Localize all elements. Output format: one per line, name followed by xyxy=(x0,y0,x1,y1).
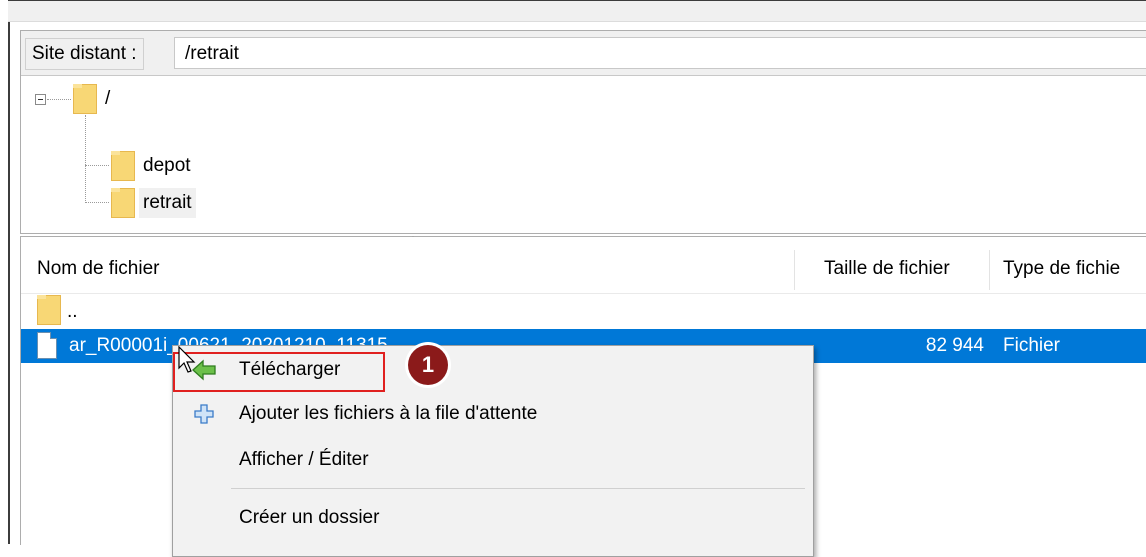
menu-item-download[interactable]: Télécharger xyxy=(173,346,813,394)
tree-connector xyxy=(85,202,109,203)
tree-connector xyxy=(85,115,86,203)
tree-item-retrait[interactable]: retrait xyxy=(139,188,196,218)
menu-item-add-to-queue[interactable]: Ajouter les fichiers à la file d'attente xyxy=(173,390,813,438)
menu-item-create-folder[interactable]: Créer un dossier xyxy=(173,494,813,542)
folder-icon xyxy=(73,84,97,114)
context-menu: Télécharger Ajouter les fichiers à la fi… xyxy=(172,345,814,557)
folder-icon xyxy=(111,188,135,218)
file-name: .. xyxy=(67,301,78,322)
add-queue-icon xyxy=(194,404,214,424)
menu-item-label: Créer un dossier xyxy=(239,507,380,528)
file-row-parent[interactable]: .. xyxy=(21,293,1146,327)
window-border xyxy=(8,0,10,544)
remote-directory-tree: / depot retrait xyxy=(21,76,1146,234)
column-header-filename[interactable]: Nom de fichier xyxy=(37,257,797,281)
remote-site-label: Site distant : xyxy=(25,38,144,70)
folder-icon xyxy=(111,151,135,181)
menu-item-view-edit[interactable]: Afficher / Éditer xyxy=(173,436,813,484)
file-icon xyxy=(37,332,57,359)
pane-splitter-top[interactable] xyxy=(8,0,1146,22)
folder-icon xyxy=(37,295,61,325)
file-list-header: Nom de fichier Taille de fichier Type de… xyxy=(21,237,1146,294)
remote-path-input[interactable]: /retrait xyxy=(174,37,1146,69)
column-separator[interactable] xyxy=(794,250,795,290)
menu-item-label: Afficher / Éditer xyxy=(239,449,369,470)
mouse-pointer-icon xyxy=(178,346,196,373)
tree-item-depot[interactable]: depot xyxy=(139,151,195,181)
tree-connector xyxy=(47,99,71,100)
menu-item-label: Ajouter les fichiers à la file d'attente xyxy=(239,403,538,424)
file-size: 82 944 xyxy=(925,335,984,356)
menu-separator xyxy=(231,488,805,489)
file-type: Fichier xyxy=(1003,335,1061,356)
tree-item-root[interactable]: / xyxy=(101,84,114,114)
collapse-toggle-icon[interactable] xyxy=(35,94,46,105)
column-separator[interactable] xyxy=(989,250,990,290)
column-header-filetype[interactable]: Type de fichie xyxy=(1003,257,1146,281)
menu-item-label: Télécharger xyxy=(239,359,341,380)
tree-connector xyxy=(85,165,109,166)
step-badge: 1 xyxy=(408,345,448,385)
remote-site-pane: Site distant : /retrait / depot retrait xyxy=(20,30,1146,234)
column-header-filesize[interactable]: Taille de fichier xyxy=(824,257,984,281)
remote-path-bar: Site distant : /retrait xyxy=(21,31,1146,76)
